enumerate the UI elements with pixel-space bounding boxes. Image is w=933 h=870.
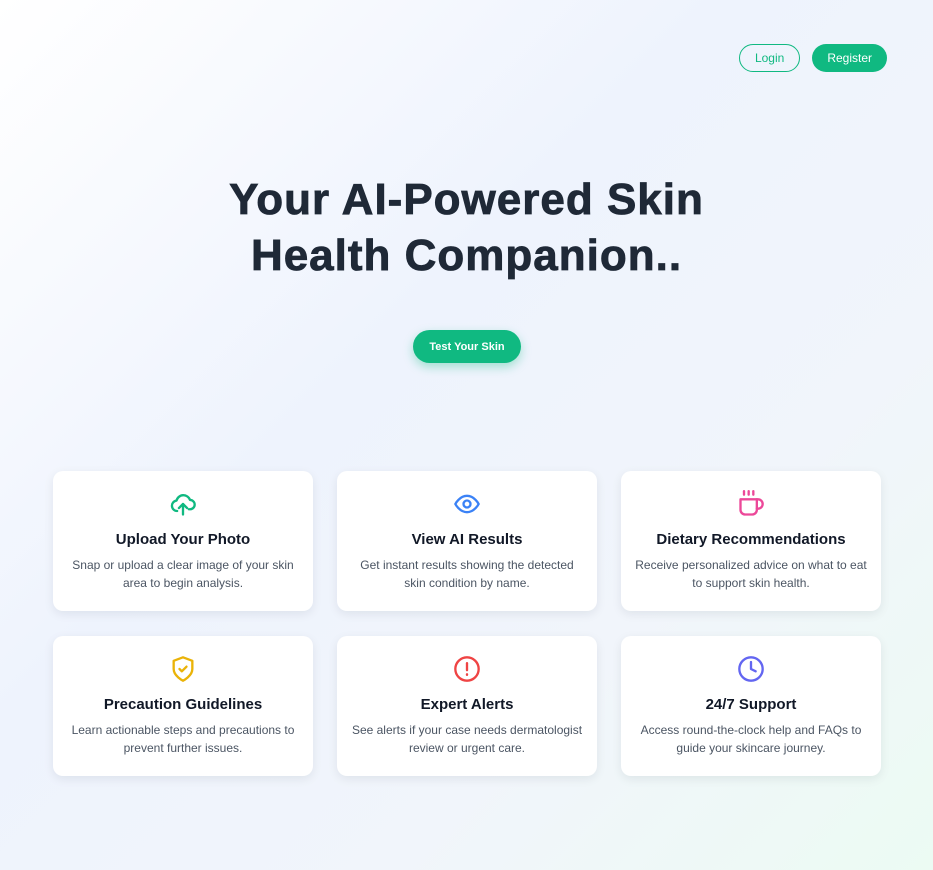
eye-icon	[337, 489, 597, 519]
feature-card-support: 24/7 Support Access round-the-clock help…	[621, 636, 881, 776]
feature-card-results: View AI Results Get instant results show…	[337, 471, 597, 611]
shield-check-icon	[53, 654, 313, 684]
feature-title: View AI Results	[411, 531, 523, 548]
cloud-upload-icon	[53, 489, 313, 519]
feature-title: Upload Your Photo	[115, 531, 251, 548]
feature-card-dietary: Dietary Recommendations Receive personal…	[621, 471, 881, 611]
feature-description: Snap or upload a clear image of your ski…	[72, 558, 294, 590]
test-your-skin-button[interactable]: Test Your Skin	[413, 330, 521, 363]
alert-circle-icon	[337, 654, 597, 684]
feature-description: Access round-the-clock help and FAQs to …	[640, 723, 862, 755]
clock-icon	[621, 654, 881, 684]
feature-title: 24/7 Support	[705, 696, 797, 713]
feature-description: Receive personalized advice on what to e…	[635, 558, 867, 590]
feature-card-precaution: Precaution Guidelines Learn actionable s…	[53, 636, 313, 776]
feature-description: See alerts if your case needs dermatolog…	[351, 723, 583, 755]
top-nav: Login Register	[738, 44, 887, 72]
register-button[interactable]: Register	[812, 44, 887, 72]
feature-description: Get instant results showing the detected…	[360, 558, 574, 590]
feature-title: Expert Alerts	[420, 696, 514, 713]
feature-title: Precaution Guidelines	[103, 696, 263, 713]
features-grid: Upload Your Photo Snap or upload a clear…	[53, 471, 881, 776]
feature-title: Dietary Recommendations	[656, 531, 846, 548]
hero-title-line-1: Your AI-Powered Skin	[229, 175, 704, 225]
feature-card-upload: Upload Your Photo Snap or upload a clear…	[53, 471, 313, 611]
hero-title-line-2: Health Companion..	[250, 231, 683, 281]
coffee-cup-icon	[621, 489, 881, 519]
hero-title: Your AI-Powered Skin Health Companion..	[0, 172, 933, 284]
feature-card-alerts: Expert Alerts See alerts if your case ne…	[337, 636, 597, 776]
feature-description: Learn actionable steps and precautions t…	[71, 723, 295, 755]
login-button[interactable]: Login	[738, 44, 801, 72]
